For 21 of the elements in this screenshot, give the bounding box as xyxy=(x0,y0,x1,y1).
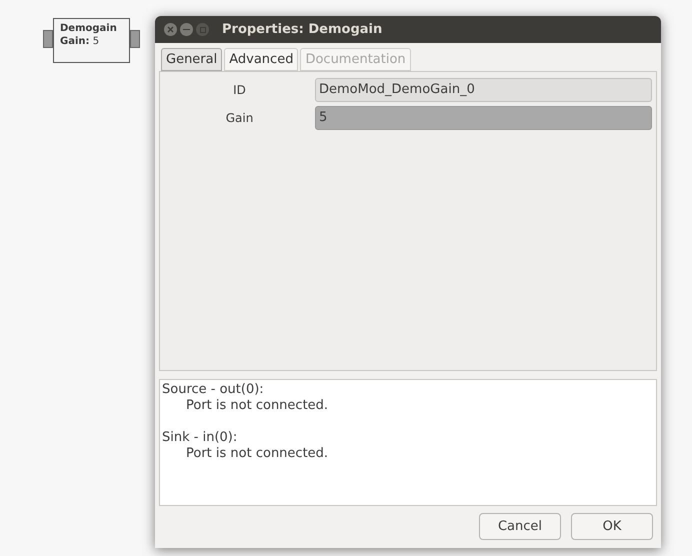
tab[interactable]: General xyxy=(161,48,222,71)
block-title: Demogain xyxy=(60,22,118,35)
output-port[interactable] xyxy=(130,30,140,48)
input-field[interactable]: DemoMod_DemoGain_0 xyxy=(315,78,652,102)
dialog-button[interactable]: Cancel xyxy=(479,513,561,540)
port-heading: Source - out(0): xyxy=(162,382,265,398)
block-node[interactable]: Demogain Gain: 5 xyxy=(53,18,130,63)
field-label: ID xyxy=(232,82,247,99)
port-heading: Sink - in(0): xyxy=(162,430,238,446)
port-status: Port is not connected. xyxy=(185,446,330,462)
field-label: Gain xyxy=(224,110,254,127)
minimize-icon[interactable] xyxy=(180,23,193,36)
window-title: Properties: Demogain xyxy=(222,20,382,39)
dialog-button[interactable]: OK xyxy=(571,513,653,540)
close-icon[interactable] xyxy=(164,23,177,36)
block-parameter: Gain: 5 xyxy=(60,35,100,48)
input-port[interactable] xyxy=(43,30,53,48)
input-field[interactable]: 5 xyxy=(315,106,652,130)
port-status: Port is not connected. xyxy=(185,398,330,414)
maximize-icon[interactable] xyxy=(196,23,209,36)
tab[interactable]: Advanced xyxy=(224,48,298,71)
